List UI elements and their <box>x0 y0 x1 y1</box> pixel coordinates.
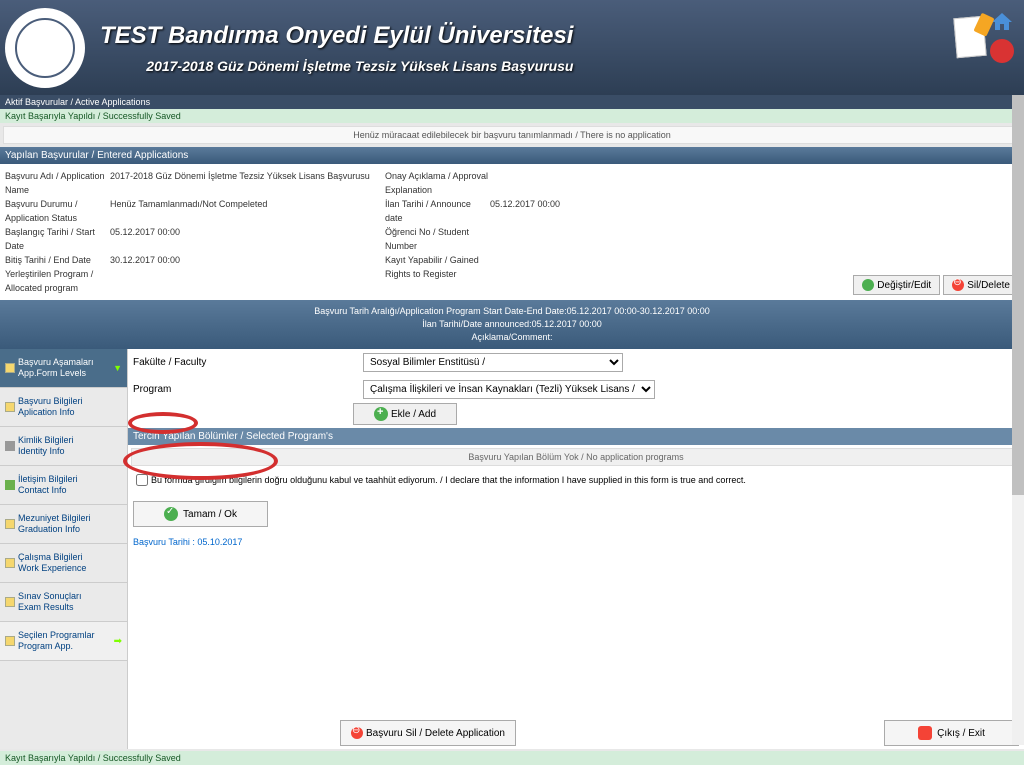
student-label: Öğrenci No / Student Number <box>385 225 490 253</box>
sidebar-item-graduation[interactable]: Mezuniyet BilgileriGraduation Info <box>0 505 127 544</box>
sidebar-item-contact[interactable]: İletişim BilgileriContact Info <box>0 466 127 505</box>
add-button-label: Ekle / Add <box>391 409 436 420</box>
info-line-3: Açıklama/Comment: <box>5 331 1019 344</box>
selected-programs-header: Tercih Yapılan Bölümler / Selected Progr… <box>128 428 1024 445</box>
start-date-value: 05.12.2017 00:00 <box>110 225 180 253</box>
sidebar-label: Çalışma Bilgileri <box>18 552 83 562</box>
ok-icon <box>164 507 178 521</box>
sidebar-item-work[interactable]: Çalışma BilgileriWork Experience <box>0 544 127 583</box>
allocated-label: Yerleştirilen Program / Allocated progra… <box>5 267 110 295</box>
sidebar-label: İletişim Bilgileri <box>18 474 78 484</box>
app-status-label: Başvuru Durumu / Application Status <box>5 197 110 225</box>
edit-button-label: Değiştir/Edit <box>877 280 931 291</box>
application-date: Başvuru Tarihi : 05.10.2017 <box>128 537 1024 547</box>
add-icon <box>374 407 388 421</box>
end-date-label: Bitiş Tarihi / End Date <box>5 253 110 267</box>
scrollbar[interactable] <box>1012 95 1024 745</box>
entered-apps-header: Yapılan Başvurular / Entered Application… <box>0 147 1024 164</box>
ok-button-label: Tamam / Ok <box>183 509 237 520</box>
university-logo <box>5 8 85 88</box>
main-area: Başvuru AşamalarıApp.Form Levels Başvuru… <box>0 349 1024 749</box>
info-line-2: İlan Tarihi/Date announced:05.12.2017 00… <box>5 318 1019 331</box>
lock-icon <box>5 441 15 451</box>
sidebar-label: Seçilen Programlar <box>18 630 95 640</box>
exit-icon <box>918 726 932 740</box>
scroll-thumb[interactable] <box>1012 95 1024 495</box>
sidebar-sublabel: Program App. <box>18 641 73 651</box>
footer: Başvuru Sil / Delete Application Çıkış /… <box>0 715 1024 765</box>
sidebar-label: Mezuniyet Bilgileri <box>18 513 91 523</box>
declaration-checkbox[interactable] <box>136 474 148 486</box>
info-banner: Başvuru Tarih Aralığı/Application Progra… <box>0 300 1024 349</box>
home-icon[interactable] <box>990 10 1014 34</box>
announce-value: 05.12.2017 00:00 <box>490 197 560 225</box>
sidebar-sublabel: App.Form Levels <box>18 368 86 378</box>
delete-app-label: Başvuru Sil / Delete Application <box>366 728 505 739</box>
sidebar-sublabel: Work Experience <box>18 563 86 573</box>
doc-icon <box>5 597 15 607</box>
declaration-text: Bu formda girdiğim bilgilerin doğru oldu… <box>151 475 746 485</box>
sidebar-item-identity[interactable]: Kimlik BilgileriIdentity Info <box>0 427 127 466</box>
sidebar-label: Başvuru Bilgileri <box>18 396 83 406</box>
header-title: TEST Bandırma Onyedi Eylül Üniversitesi <box>100 22 573 50</box>
doc-icon <box>5 519 15 529</box>
sidebar-sublabel: Identity Info <box>18 446 65 456</box>
add-button[interactable]: Ekle / Add <box>353 403 457 425</box>
power-icon[interactable] <box>990 39 1014 63</box>
app-name-value: 2017-2018 Güz Dönemi İşletme Tezsiz Yüks… <box>110 169 370 197</box>
application-details: Başvuru Adı / Application Name2017-2018 … <box>0 164 1024 300</box>
start-date-label: Başlangıç Tarihi / Start Date <box>5 225 110 253</box>
app-status-value: Henüz Tamamlanmadı/Not Compeleted <box>110 197 267 225</box>
sidebar-item-programs[interactable]: Seçilen ProgramlarProgram App. <box>0 622 127 661</box>
doc-icon <box>5 636 15 646</box>
faculty-select[interactable]: Sosyal Bilimler Enstitüsü / <box>363 353 623 372</box>
sidebar-label: Kimlik Bilgileri <box>18 435 74 445</box>
sidebar-item-levels[interactable]: Başvuru AşamalarıApp.Form Levels <box>0 349 127 388</box>
info-line-1: Başvuru Tarih Aralığı/Application Progra… <box>5 305 1019 318</box>
delete-icon <box>952 279 964 291</box>
edit-icon <box>862 279 874 291</box>
doc-icon <box>5 363 15 373</box>
doc-icon <box>5 558 15 568</box>
contact-icon <box>5 480 15 490</box>
app-header: TEST Bandırma Onyedi Eylül Üniversitesi … <box>0 0 1024 95</box>
success-message: Kayıt Başarıyla Yapıldı / Successfully S… <box>0 109 1024 123</box>
cancel-icon <box>351 727 363 739</box>
edit-button[interactable]: Değiştir/Edit <box>853 275 940 295</box>
exit-button-label: Çıkış / Exit <box>937 728 985 739</box>
ok-button[interactable]: Tamam / Ok <box>133 501 268 527</box>
announce-label: İlan Tarihi / Announce date <box>385 197 490 225</box>
delete-application-button[interactable]: Başvuru Sil / Delete Application <box>340 720 516 746</box>
exit-button[interactable]: Çıkış / Exit <box>884 720 1019 746</box>
footer-status: Kayıt Başarıyla Yapıldı / Successfully S… <box>0 751 1024 765</box>
sidebar-label: Başvuru Aşamaları <box>18 357 94 367</box>
end-date-value: 30.12.2017 00:00 <box>110 253 180 267</box>
program-label: Program <box>133 384 353 395</box>
declaration-row: Bu formda girdiğim bilgilerin doğru oldu… <box>128 469 1024 491</box>
notice-bar: Henüz müracaat edilebilecek bir başvuru … <box>3 126 1021 144</box>
delete-button[interactable]: Sil/Delete <box>943 275 1019 295</box>
document-icon[interactable] <box>953 15 986 57</box>
sidebar-item-exam[interactable]: Sınav SonuçlarıExam Results <box>0 583 127 622</box>
sidebar-sublabel: Graduation Info <box>18 524 80 534</box>
program-select[interactable]: Çalışma İlişkileri ve İnsan Kaynakları (… <box>363 380 655 399</box>
app-name-label: Başvuru Adı / Application Name <box>5 169 110 197</box>
sidebar-sublabel: Contact Info <box>18 485 67 495</box>
delete-button-label: Sil/Delete <box>967 280 1010 291</box>
sidebar-sublabel: Aplication Info <box>18 407 75 417</box>
breadcrumb: Aktif Başvurular / Active Applications <box>0 95 1024 109</box>
sidebar-item-app-info[interactable]: Başvuru BilgileriAplication Info <box>0 388 127 427</box>
no-programs-message: Başvuru Yapılan Bölüm Yok / No applicati… <box>131 448 1021 466</box>
approval-label: Onay Açıklama / Approval Explanation <box>385 169 490 197</box>
sidebar: Başvuru AşamalarıApp.Form Levels Başvuru… <box>0 349 128 749</box>
rights-label: Kayıt Yapabilir / Gained Rights to Regis… <box>385 253 490 281</box>
content-area: Fakülte / Faculty Sosyal Bilimler Enstit… <box>128 349 1024 749</box>
sidebar-label: Sınav Sonuçları <box>18 591 82 601</box>
doc-icon <box>5 402 15 412</box>
sidebar-sublabel: Exam Results <box>18 602 74 612</box>
header-subtitle: 2017-2018 Güz Dönemi İşletme Tezsiz Yüks… <box>100 58 573 74</box>
faculty-label: Fakülte / Faculty <box>133 357 353 368</box>
